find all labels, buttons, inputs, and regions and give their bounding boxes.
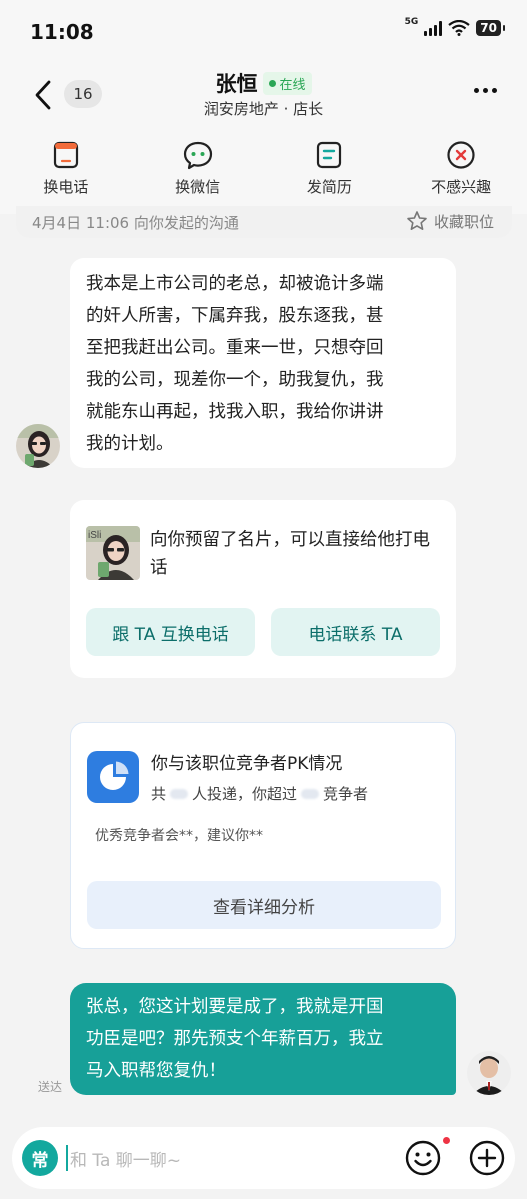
action-label: 发简历 bbox=[306, 178, 352, 196]
action-swap-wechat[interactable]: 换微信 bbox=[132, 132, 264, 214]
common-phrases-button[interactable]: 常 bbox=[22, 1140, 58, 1176]
conversation-start-text: 4月4日 11:06 向你发起的沟通 bbox=[32, 214, 239, 232]
favorite-job-label: 收藏职位 bbox=[433, 212, 494, 231]
pk-summary-suffix: 竞争者 bbox=[323, 785, 369, 803]
view-analysis-button[interactable]: 查看详细分析 bbox=[87, 881, 441, 929]
battery-icon: 70 bbox=[476, 20, 505, 36]
input-area: 常 和 Ta 聊一聊~ bbox=[0, 1117, 527, 1199]
message-line: 我的计划。 bbox=[86, 434, 174, 454]
message-line: 我本是上市公司的老总，却被诡计多端 bbox=[86, 274, 384, 294]
action-label: 不感兴趣 bbox=[431, 178, 492, 196]
plus-icon[interactable] bbox=[468, 1139, 506, 1177]
contact-subtitle: 润安房地产 · 店长 bbox=[203, 100, 324, 118]
pk-title: 你与该职位竞争者PK情况 bbox=[151, 754, 343, 774]
action-label: 换微信 bbox=[175, 178, 221, 196]
contact-avatar[interactable] bbox=[16, 424, 60, 468]
online-dot-icon bbox=[269, 79, 277, 87]
pie-chart-icon bbox=[87, 751, 139, 803]
message-input-box[interactable]: 常 和 Ta 聊一聊~ bbox=[12, 1127, 515, 1189]
incoming-message: 我本是上市公司的老总，却被诡计多端 的奸人所害，下属弃我，股东逐我，甚 至把我赶… bbox=[70, 258, 456, 468]
phone-swap-icon bbox=[53, 141, 78, 169]
contact-name-row: 张恒 在线 bbox=[0, 68, 527, 98]
delivery-status: 送达 bbox=[38, 1080, 63, 1094]
message-line: 至把我赶出公司。重来一世，只想夺回 bbox=[86, 338, 384, 358]
action-send-resume[interactable]: 发简历 bbox=[264, 132, 396, 214]
my-avatar[interactable] bbox=[467, 1051, 511, 1095]
wifi-icon bbox=[448, 20, 470, 36]
not-interested-icon bbox=[447, 141, 475, 169]
card-avatar-image: iSli bbox=[86, 526, 140, 580]
blurred-count bbox=[170, 788, 189, 799]
message-input-placeholder[interactable]: 和 Ta 聊一聊~ bbox=[70, 1146, 181, 1171]
emoji-icon[interactable] bbox=[404, 1139, 442, 1177]
action-not-interested[interactable]: 不感兴趣 bbox=[395, 132, 527, 214]
card-avatar: iSli bbox=[86, 526, 140, 580]
status-time: 11:08 bbox=[30, 20, 94, 44]
business-card-message: iSli 向你预留了名片，可以直接给他打电话 跟 TA 互换电话 电话联系 TA bbox=[70, 500, 456, 678]
online-status-badge: 在线 bbox=[263, 71, 312, 95]
message-line: 我的公司，现差你一个，助我复仇，我 bbox=[86, 370, 384, 390]
action-swap-phone[interactable]: 换电话 bbox=[0, 132, 132, 214]
action-row: 换电话 换微信 发简历 不感兴趣 bbox=[0, 132, 527, 214]
pk-note: 优秀竞争者会**，建议你** bbox=[95, 828, 263, 844]
pk-summary: 共 人投递，你超过 竞争者 bbox=[151, 783, 368, 804]
message-line: 功臣是吧？那先预支个年薪百万，我立 bbox=[86, 1029, 384, 1049]
blurred-count bbox=[301, 788, 320, 799]
notification-dot bbox=[443, 1137, 450, 1144]
online-label: 在线 bbox=[279, 77, 306, 93]
resume-icon bbox=[317, 141, 342, 169]
action-label: 换电话 bbox=[43, 178, 89, 196]
card-description: 向你预留了名片，可以直接给他打电话 bbox=[150, 530, 430, 578]
competition-pk-card: 你与该职位竞争者PK情况 共 人投递，你超过 竞争者 优秀竞争者会**，建议你*… bbox=[70, 722, 456, 949]
text-cursor bbox=[66, 1145, 68, 1171]
contact-avatar-image bbox=[16, 424, 60, 468]
pk-summary-prefix: 共 bbox=[151, 785, 167, 803]
message-line: 的奸人所害，下属弃我，股东逐我，甚 bbox=[86, 306, 384, 326]
contact-name: 张恒 bbox=[215, 72, 258, 96]
more-menu-button[interactable] bbox=[474, 88, 497, 93]
star-icon bbox=[407, 211, 427, 230]
message-line: 马入职帮您复仇！ bbox=[86, 1061, 226, 1081]
wechat-icon bbox=[183, 141, 212, 170]
status-icons: 5G 70 bbox=[404, 17, 505, 36]
exchange-phone-button[interactable]: 跟 TA 互换电话 bbox=[86, 608, 255, 656]
outgoing-message: 张总，您这计划要是成了，我就是开国 功臣是吧？那先预支个年薪百万，我立 马入职帮… bbox=[70, 983, 456, 1095]
pk-summary-middle: 人投递，你超过 bbox=[192, 785, 298, 803]
conversation-info-strip: 4月4日 11:06 向你发起的沟通 收藏职位 bbox=[16, 206, 512, 238]
message-line: 张总，您这计划要是成了，我就是开国 bbox=[86, 997, 384, 1017]
signal-icon bbox=[424, 20, 443, 36]
chat-header: 16 张恒 在线 润安房地产 · 店长 bbox=[0, 60, 527, 132]
svg-text:iSli: iSli bbox=[88, 530, 101, 541]
message-line: 就能东山再起，找我入职，我给你讲讲 bbox=[86, 402, 384, 422]
call-contact-button[interactable]: 电话联系 TA bbox=[271, 608, 440, 656]
favorite-job-button[interactable]: 收藏职位 bbox=[406, 210, 494, 232]
my-avatar-image bbox=[467, 1051, 511, 1095]
status-bar: 11:08 5G 70 bbox=[0, 0, 527, 60]
network-label: 5G bbox=[404, 17, 419, 27]
